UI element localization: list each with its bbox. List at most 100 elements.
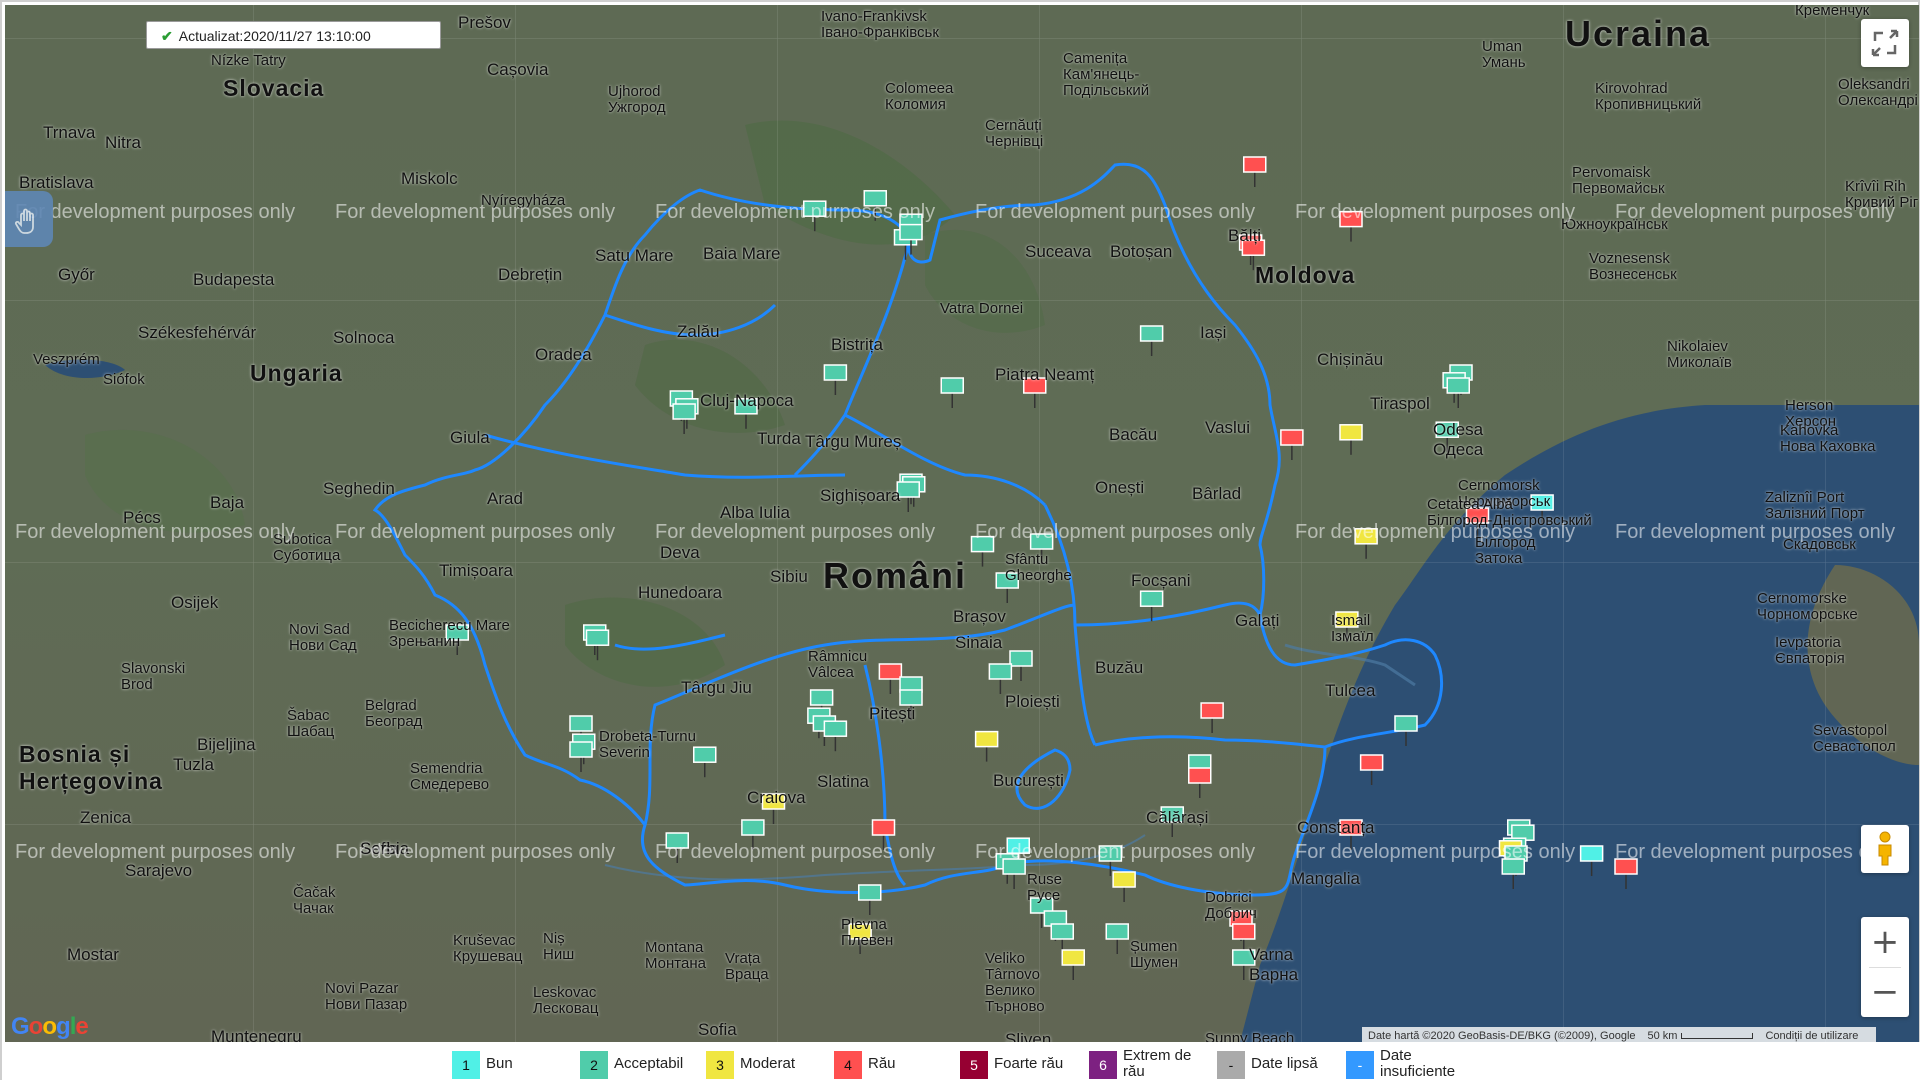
city-label-arad: Arad — [487, 489, 523, 508]
city-label-pervomaisk: Pervomaisk Первомайськ — [1572, 164, 1665, 197]
hand-icon — [14, 208, 34, 234]
air-quality-legend: 1 Bun 2 Acceptabil 3 Moderat 4 Rău 5 Foarte rău 6 E… — [2, 1042, 1920, 1082]
station-flag — [1579, 845, 1604, 862]
google-logo[interactable]: Google — [11, 1013, 89, 1041]
city-label-nizke: Nízke Tatry — [211, 52, 286, 69]
city-label-cluj: Cluj-Napoca — [700, 391, 794, 410]
city-label-sarajevo: Sarajevo — [125, 861, 193, 880]
zoom-in-button[interactable]: + — [1861, 917, 1909, 967]
watermark-text: For development purposes only — [975, 201, 1256, 223]
city-label-slavonski: Slavonski Brod — [121, 660, 186, 693]
city-label-tulcea: Tulcea — [1325, 681, 1376, 700]
city-label-oleksandria: Oleksandri Олександрі — [1838, 76, 1918, 109]
city-label-ramnicu: Râmnicu Vâlcea — [808, 648, 868, 681]
zoom-out-button[interactable]: − — [1861, 967, 1909, 1017]
terms-link[interactable]: Condiții de utilizare — [1765, 1030, 1858, 1042]
check-icon: ✔ — [161, 28, 173, 44]
watermark-text: For development purposes only — [335, 521, 616, 543]
city-label-tuzla: Tuzla — [173, 755, 214, 774]
city-label-presov: Prešov — [458, 13, 511, 32]
watermark-text: For development purposes only — [1615, 201, 1896, 223]
fullscreen-button[interactable] — [1861, 19, 1909, 67]
city-label-alba: Alba Iulia — [720, 503, 790, 522]
update-status-badge: ✔ Actualizat:2020/11/27 13:10:00 — [146, 21, 441, 49]
city-label-deva: Deva — [660, 543, 700, 562]
station-flag — [1200, 702, 1224, 719]
side-panel-toggle[interactable] — [5, 191, 53, 247]
station-flag — [569, 715, 593, 732]
station-flag — [1394, 715, 1418, 732]
station-flag — [1105, 923, 1129, 940]
city-label-craiova: Craiova — [747, 788, 806, 807]
map-attribution: Date hartă ©2020 GeoBasis-DE/BKG (©2009)… — [1362, 1027, 1877, 1042]
city-label-buzau: Buzău — [1095, 658, 1144, 677]
city-label-trnava: Trnava — [43, 123, 96, 142]
city-label-constanta: Constanța — [1297, 818, 1375, 837]
station-flag — [1446, 377, 1470, 394]
watermark-text: For development purposes only — [655, 201, 936, 223]
station-flag — [693, 746, 717, 763]
city-label-piatra: Piatra Neamț — [995, 365, 1095, 384]
city-label-giula: Giula — [450, 428, 490, 447]
pegman-icon — [1878, 831, 1892, 866]
legend-swatch: - — [1346, 1051, 1374, 1079]
city-label-kosice: Cașovia — [487, 60, 549, 79]
watermark-text: For development purposes only — [1615, 521, 1896, 543]
city-label-calarasi: Călărași — [1146, 808, 1209, 827]
watermark-text: For development purposes only — [975, 841, 1256, 863]
legend-swatch: 2 — [580, 1051, 608, 1079]
station-flag — [871, 819, 896, 836]
city-label-osijek: Osijek — [171, 593, 219, 612]
station-flag — [741, 819, 765, 836]
city-label-szeged: Seghedin — [323, 479, 395, 498]
city-label-ivano: Ivano-Frankivsk Івано-Франківськ — [821, 8, 939, 41]
legend-label: Acceptabil — [614, 1055, 684, 1072]
city-label-galati: Galați — [1235, 611, 1280, 630]
country-label-moldova: Moldova — [1255, 262, 1356, 288]
city-label-drobeta: Drobeta-Turnu Severin — [599, 728, 696, 761]
city-label-kirovohrad: Kirovohrad Кропивницький — [1595, 80, 1702, 113]
city-label-gyor: Győr — [58, 265, 95, 284]
watermark-text: For development purposes only — [1295, 201, 1576, 223]
city-label-debretin: Debrețin — [498, 265, 563, 284]
city-label-cernauti: Cernăuți Чернівці — [985, 117, 1044, 150]
city-label-sfantu: Sfântu Gheorghe — [1005, 551, 1072, 584]
city-label-novisad: Novi Sad Нови Сад — [289, 621, 357, 654]
city-label-targujiu: Târgu Jiu — [681, 678, 752, 697]
city-label-izmail: Ismail Ізмаїл — [1331, 612, 1374, 645]
street-view-button[interactable] — [1861, 825, 1909, 873]
city-label-bucuresti: București — [993, 771, 1064, 790]
map-view[interactable]: Ucraina Slovacia Moldova Ungaria Români Bosni… — [5, 5, 1919, 1042]
legend-label: Date insuficiente — [1380, 1047, 1456, 1080]
country-label-bosnia: Bosnia și Herțegovina — [19, 741, 163, 794]
watermark-text: For development purposes only — [655, 841, 936, 863]
station-flag — [974, 730, 999, 748]
city-label-zalau: Zalău — [677, 322, 720, 341]
city-label-veszprem: Veszprém — [33, 351, 100, 368]
city-label-mangalia: Mangalia — [1291, 869, 1360, 888]
country-label-ucraina: Ucraina — [1565, 13, 1712, 54]
watermark-text: For development purposes only — [335, 201, 616, 223]
watermark-text: For development purposes only — [15, 521, 296, 543]
city-label-baja: Baja — [210, 493, 245, 512]
update-status-text: Actualizat:2020/11/27 13:10:00 — [178, 28, 371, 44]
city-label-mostar: Mostar — [67, 945, 119, 964]
city-label-suceava: Suceava — [1025, 242, 1092, 261]
city-label-pleven: Plevna Плевен — [841, 916, 894, 949]
city-label-sighisoara: Sighișoara — [820, 486, 901, 505]
city-label-shumen: Șumen Шумен — [1130, 938, 1179, 971]
station-flag — [858, 884, 882, 901]
city-label-krusevac: Kruševac Крушевац — [453, 932, 523, 965]
legend-label: Foarte rău — [994, 1055, 1064, 1072]
city-label-nikolaiev: Nikolaiev Миколаїв — [1667, 338, 1732, 371]
legend-swatch: 5 — [960, 1051, 988, 1079]
city-label-brasov: Brașov — [953, 607, 1006, 626]
station-flag — [1139, 325, 1164, 342]
station-flag — [1359, 754, 1384, 771]
city-label-bistrita: Bistrița — [831, 335, 883, 354]
city-label-smederevo: Semendria Смедерево — [410, 760, 490, 793]
station-flag — [1112, 871, 1136, 888]
city-label-uman: Uman Умань — [1482, 38, 1526, 71]
city-label-zaliznyi: Zaliznîi Port Залізний Порт — [1765, 489, 1865, 522]
station-flag — [940, 377, 964, 394]
